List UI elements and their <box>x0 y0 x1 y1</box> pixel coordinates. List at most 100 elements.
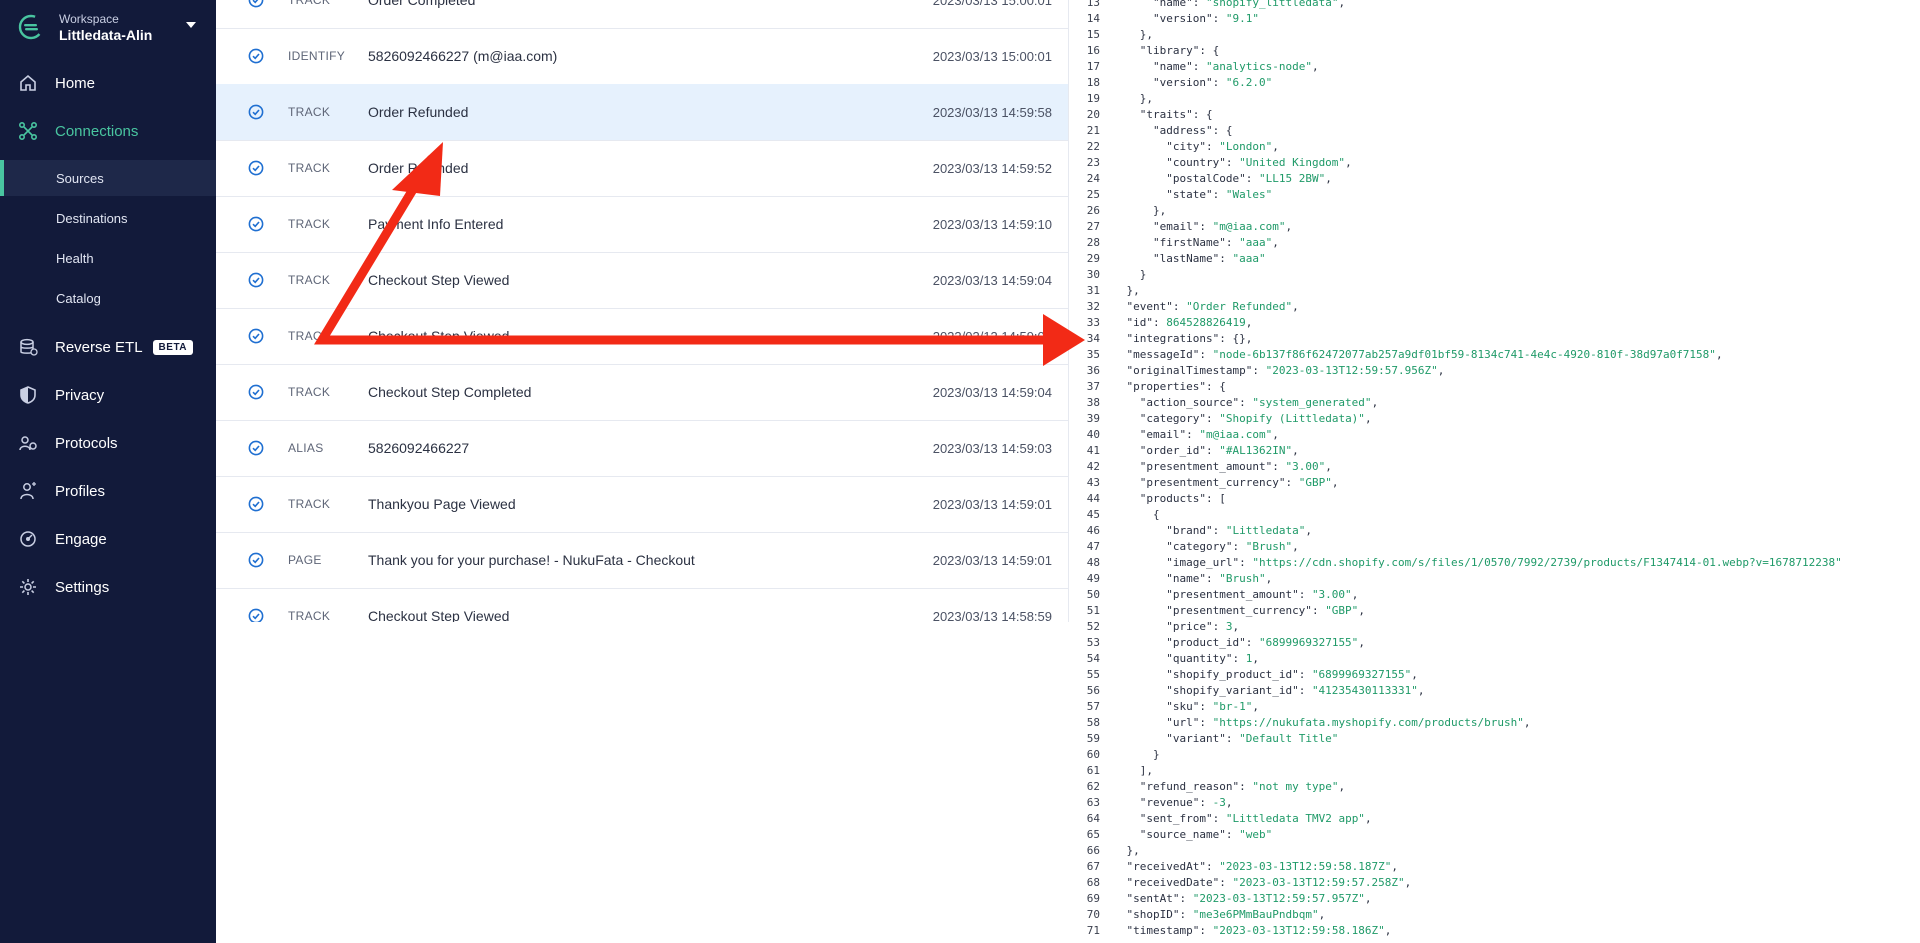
nav-health-label: Health <box>56 250 94 266</box>
workspace-switcher[interactable]: Workspace Littledata-Alin <box>18 10 200 46</box>
workspace-label: Workspace <box>59 12 119 26</box>
event-row[interactable]: TRACK Checkout Step Viewed 2023/03/13 14:5… <box>216 252 1068 309</box>
event-type: TRACK <box>288 385 331 399</box>
json-line: 13 "name": "shopify_littledata", <box>1070 0 1345 11</box>
nav-home[interactable]: Home <box>0 65 216 101</box>
json-key: "sent_from" <box>1139 812 1213 825</box>
json-punct: , <box>1384 924 1392 937</box>
json-punct: { <box>1219 380 1226 393</box>
json-punct: , <box>1252 652 1259 665</box>
event-row[interactable]: PAGE Thank you for your purchase! - NukuF… <box>216 532 1068 589</box>
json-key: "id" <box>1126 316 1154 329</box>
json-line: 27 "email": "m@iaa.com", <box>1070 219 1292 235</box>
line-number: 40 <box>1086 428 1100 441</box>
event-type: PAGE <box>288 553 322 567</box>
line-number: 62 <box>1086 780 1100 793</box>
line-number: 48 <box>1086 556 1100 569</box>
json-line: 71 "timestamp": "2023-03-13T12:59:58.186… <box>1070 923 1392 939</box>
json-key: "presentment_currency" <box>1166 604 1312 617</box>
chevron-down-icon[interactable] <box>186 22 196 28</box>
event-row[interactable]: TRACK Checkout Step Viewed 2023/03/13 14:5… <box>216 588 1068 622</box>
line-number: 35 <box>1086 348 1100 361</box>
json-punct: , <box>1232 620 1240 633</box>
json-line: 32 "event": "Order Refunded", <box>1070 299 1299 315</box>
json-value: "6.2.0" <box>1225 76 1273 89</box>
json-value: "2023-03-13T12:59:57.258Z" <box>1232 876 1405 889</box>
json-value: "3.00" <box>1285 460 1326 473</box>
line-number: 47 <box>1086 540 1100 553</box>
json-line: 49 "name": "Brush", <box>1070 571 1272 587</box>
json-punct: , <box>1292 540 1299 553</box>
json-line: 17 "name": "analytics-node", <box>1070 59 1319 75</box>
workspace-name: Littledata-Alin <box>59 27 153 43</box>
nav-reverse-etl[interactable]: Reverse ETL BETA <box>0 329 216 365</box>
event-row[interactable]: TRACK Checkout Step Viewed 2023/03/13 14:5… <box>216 308 1068 365</box>
line-number: 70 <box>1086 908 1100 921</box>
nav-destinations[interactable]: Destinations <box>0 200 216 236</box>
json-value: "https://nukufata.myshopify.com/products… <box>1212 716 1524 729</box>
check-circle-icon <box>248 552 264 568</box>
beta-badge: BETA <box>152 339 194 355</box>
json-value: "aaa" <box>1232 252 1266 265</box>
json-line: 19 }, <box>1070 91 1153 107</box>
nav-catalog[interactable]: Catalog <box>0 280 216 316</box>
line-number: 15 <box>1086 28 1100 41</box>
event-row[interactable]: TRACK Order Refunded 2023/03/13 14:59:58 <box>216 84 1068 141</box>
json-value: "6899969327155" <box>1258 636 1359 649</box>
event-row[interactable]: TRACK Order Refunded 2023/03/13 14:59:52 <box>216 140 1068 197</box>
json-key: "timestamp" <box>1126 924 1200 937</box>
event-row[interactable]: TRACK Thankyou Page Viewed 2023/03/13 14:5… <box>216 476 1068 533</box>
json-line: 26 }, <box>1070 203 1166 219</box>
nav-privacy[interactable]: Privacy <box>0 377 216 413</box>
json-key: "shopID" <box>1126 908 1180 921</box>
nav-settings[interactable]: Settings <box>0 569 216 605</box>
json-key: "presentment_currency" <box>1139 476 1286 489</box>
nav-sources[interactable]: Sources <box>0 160 216 196</box>
nav-health[interactable]: Health <box>0 240 216 276</box>
line-number: 57 <box>1086 700 1100 713</box>
json-value: "aaa" <box>1239 236 1273 249</box>
json-punct: , <box>1285 220 1293 233</box>
nav-connections[interactable]: Connections <box>0 113 216 149</box>
line-number: 58 <box>1086 716 1100 729</box>
event-row[interactable]: TRACK Order Completed 2023/03/13 15:00:01 <box>216 0 1068 29</box>
json-punct: , <box>1371 396 1379 409</box>
line-number: 68 <box>1086 876 1100 889</box>
json-line: 67 "receivedAt": "2023-03-13T12:59:58.18… <box>1070 859 1398 875</box>
check-circle-icon <box>248 440 264 456</box>
event-time: 2023/03/13 14:59:10 <box>932 216 1052 232</box>
nav-engage[interactable]: Engage <box>0 521 216 557</box>
json-key: "refund_reason" <box>1139 780 1240 793</box>
nav-catalog-label: Catalog <box>56 290 101 306</box>
line-number: 29 <box>1086 252 1100 265</box>
json-value: "GBP" <box>1298 476 1332 489</box>
event-name: Order Refunded <box>368 104 469 120</box>
json-key: "image_url" <box>1166 556 1240 569</box>
event-row[interactable]: ALIAS 5826092466227 2023/03/13 14:59:03 <box>216 420 1068 477</box>
json-key: "version" <box>1152 76 1213 89</box>
json-punct: , <box>1523 716 1531 729</box>
event-time: 2023/03/13 14:59:03 <box>932 440 1052 456</box>
json-line: 63 "revenue": -3, <box>1070 795 1233 811</box>
event-row[interactable]: TRACK Checkout Step Completed 2023/03/13 1… <box>216 364 1068 421</box>
json-punct: , <box>1325 460 1332 473</box>
home-icon <box>18 73 38 93</box>
json-line: 33 "id": 864528826419, <box>1070 315 1253 331</box>
event-row[interactable]: TRACK Payment Info Entered 2023/03/13 14:5… <box>216 196 1068 253</box>
event-row[interactable]: IDENTIFY 5826092466227 (m@iaa.com) 2023/03… <box>216 28 1068 85</box>
nav-profiles[interactable]: Profiles <box>0 473 216 509</box>
json-punct: , <box>1437 364 1445 377</box>
json-key: "event" <box>1126 300 1173 313</box>
line-number: 33 <box>1086 316 1100 329</box>
nav-protocols-label: Protocols <box>55 434 118 452</box>
json-line: 38 "action_source": "system_generated", <box>1070 395 1378 411</box>
json-line: 42 "presentment_amount": "3.00", <box>1070 459 1332 475</box>
nav-protocols[interactable]: Protocols <box>0 425 216 461</box>
json-punct: ], <box>1139 764 1153 777</box>
line-number: 49 <box>1086 572 1100 585</box>
json-punct: }, <box>1126 284 1140 297</box>
check-circle-icon <box>248 608 264 622</box>
json-line: 53 "product_id": "6899969327155", <box>1070 635 1365 651</box>
sidebar: Workspace Littledata-Alin Home Connectio… <box>0 0 216 943</box>
event-time: 2023/03/13 14:59:01 <box>932 552 1052 568</box>
